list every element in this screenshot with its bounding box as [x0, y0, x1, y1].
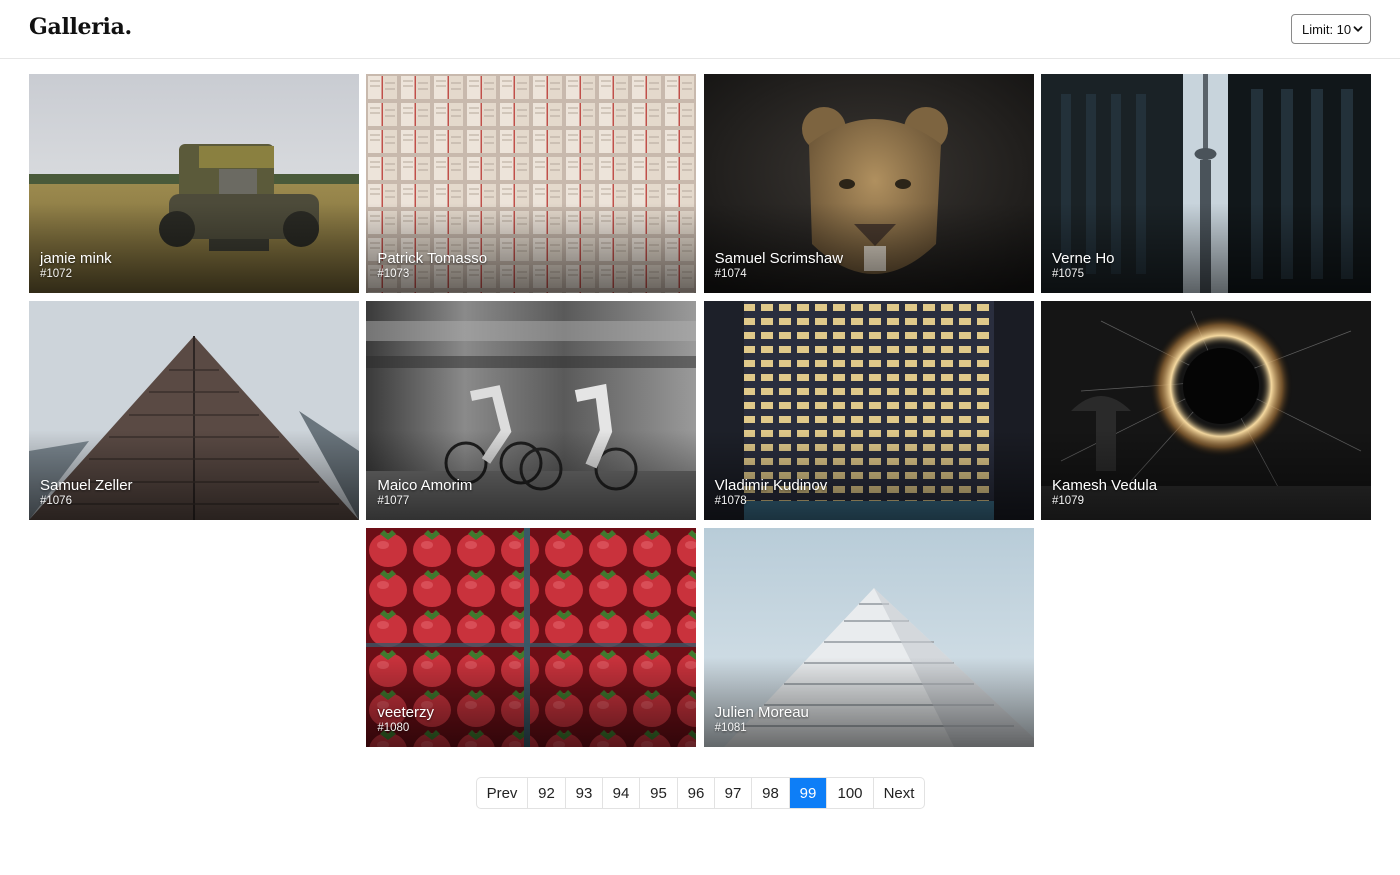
photo-author: Verne Ho — [1051, 250, 1115, 267]
photo-author: Patrick Tomasso — [377, 250, 488, 267]
photo-id: #1080 — [377, 722, 410, 734]
page-button-94[interactable]: 94 — [603, 778, 640, 808]
photo-id: #1077 — [377, 495, 410, 507]
page-button-93[interactable]: 93 — [566, 778, 603, 808]
photo-id: #1074 — [714, 268, 747, 280]
photo-id: #1076 — [40, 495, 72, 507]
photo-card[interactable]: veeterzy #1080 — [366, 528, 697, 747]
pagination: Prev 92 93 94 95 96 97 98 99 100 Next — [476, 777, 925, 809]
photo-id: #1079 — [1051, 495, 1084, 507]
photo-caption: Kamesh Vedula #1079 — [1052, 477, 1157, 508]
photo-card[interactable]: Verne Ho #1075 — [1040, 74, 1371, 293]
page-button-99-current[interactable]: 99 — [790, 778, 827, 808]
photo-card[interactable]: Julien Moreau #1081 — [703, 528, 1034, 747]
photo-id: #1073 — [377, 268, 410, 280]
limit-select[interactable]: Limit: 10 — [1291, 14, 1371, 44]
page-button-100[interactable]: 100 — [827, 778, 874, 808]
photo-id: #1078 — [714, 495, 747, 507]
photo-author: veeterzy — [377, 704, 435, 721]
page-button-92[interactable]: 92 — [528, 778, 566, 808]
photo-caption: Samuel Scrimshaw #1074 — [715, 250, 843, 281]
page-button-95[interactable]: 95 — [640, 778, 678, 808]
page-button-96[interactable]: 96 — [678, 778, 715, 808]
photo-author: Julien Moreau — [714, 704, 809, 721]
chevron-down-icon — [1353, 26, 1363, 32]
photo-id: #1075 — [1051, 268, 1084, 280]
photo-card[interactable]: jamie mink #1072 — [29, 74, 359, 293]
brand-logo[interactable]: Galleria. — [29, 14, 132, 40]
photo-author: Samuel Scrimshaw — [714, 250, 844, 267]
photo-card[interactable]: Samuel Zeller #1076 — [29, 301, 359, 520]
photo-caption: Patrick Tomasso #1073 — [377, 250, 487, 281]
photo-author: Vladimir Kudinov — [714, 477, 828, 494]
app-header: Galleria. Limit: 10 — [0, 0, 1400, 59]
next-page-button[interactable]: Next — [874, 778, 924, 808]
photo-caption: Julien Moreau #1081 — [715, 704, 809, 735]
photo-author: Samuel Zeller — [40, 477, 133, 494]
photo-caption: veeterzy #1080 — [377, 704, 434, 735]
page-button-97[interactable]: 97 — [715, 778, 752, 808]
photo-author: Kamesh Vedula — [1051, 477, 1158, 494]
photo-card[interactable]: Patrick Tomasso #1073 — [366, 74, 697, 293]
photo-author: jamie mink — [40, 250, 112, 267]
photo-caption: Verne Ho #1075 — [1052, 250, 1115, 281]
photo-caption: Vladimir Kudinov #1078 — [715, 477, 828, 508]
photo-id: #1081 — [714, 722, 747, 734]
limit-select-value: Limit: 10 — [1302, 21, 1352, 37]
photo-caption: Samuel Zeller #1076 — [40, 477, 133, 508]
photo-card[interactable]: Samuel Scrimshaw #1074 — [703, 74, 1034, 293]
page-button-98[interactable]: 98 — [752, 778, 790, 808]
photo-card[interactable]: Vladimir Kudinov #1078 — [703, 301, 1034, 520]
photo-caption: jamie mink #1072 — [40, 250, 112, 281]
photo-card[interactable]: Kamesh Vedula #1079 — [1040, 301, 1371, 520]
prev-page-button[interactable]: Prev — [477, 778, 528, 808]
photo-card[interactable]: Maico Amorim #1077 — [366, 301, 697, 520]
photo-caption: Maico Amorim #1077 — [377, 477, 472, 508]
photo-id: #1072 — [40, 268, 72, 280]
photo-author: Maico Amorim — [377, 477, 473, 494]
photo-grid: jamie mink #1072 Patrick Tomasso #1073 S… — [29, 74, 1371, 748]
